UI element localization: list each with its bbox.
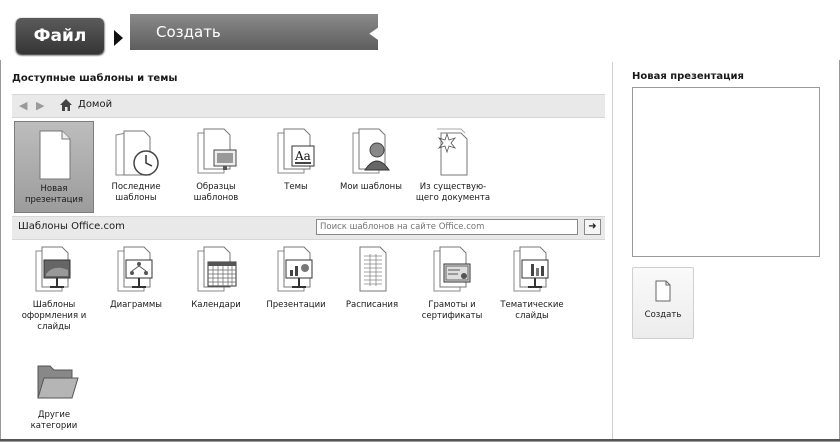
tile-design-slides[interactable]: Шаблоны оформления и слайды — [14, 244, 94, 333]
preview-title: Новая презентация — [632, 71, 744, 82]
tile-from-existing[interactable]: Из существую-щего документа — [410, 126, 496, 204]
tile-label: Мои шаблоны — [340, 182, 402, 192]
tile-label: Диаграммы — [110, 300, 162, 310]
tile-certificates[interactable]: Грамоты и сертификаты — [412, 244, 492, 322]
tile-label: Календари — [191, 300, 241, 310]
nav-bar: ◀ ▶ Домой — [12, 94, 605, 118]
tile-label: Тематические слайды — [500, 300, 564, 321]
home-label[interactable]: Домой — [78, 99, 112, 110]
search-go-button[interactable]: ➜ — [584, 219, 601, 235]
office-search-input[interactable] — [316, 219, 578, 235]
tile-label: Другие категории — [30, 410, 78, 431]
tile-label: Из существую-щего документа — [415, 182, 491, 203]
tile-label: Новая презентация — [24, 184, 84, 205]
create-button[interactable]: Создать — [632, 267, 694, 339]
svg-text:Aa: Aa — [294, 149, 311, 163]
create-tab[interactable]: Создать — [130, 14, 378, 50]
design-slides-icon — [35, 246, 71, 292]
tile-label: Грамоты и сертификаты — [421, 300, 483, 321]
calendars-icon — [197, 246, 237, 292]
back-arrow-icon[interactable]: ◀ — [19, 99, 27, 112]
create-button-label: Создать — [644, 310, 682, 320]
recent-clock-icon — [115, 130, 159, 176]
backstage-header: Файл Создать — [0, 0, 840, 60]
office-title: Шаблоны Office.com — [18, 221, 125, 232]
tile-label: Презентации — [266, 300, 326, 310]
file-tab[interactable]: Файл — [16, 18, 104, 54]
my-templates-icon — [352, 128, 390, 174]
forward-arrow-icon[interactable]: ▶ — [36, 99, 44, 112]
tile-other-categories[interactable]: Другие категории — [14, 354, 94, 432]
tile-sample-templates[interactable]: Образцы шаблонов — [176, 126, 256, 204]
home-icon[interactable] — [59, 98, 73, 112]
schedules-icon — [359, 246, 387, 292]
themes-icon: Aa — [277, 128, 315, 174]
presentations-icon — [277, 246, 313, 292]
certificates-icon — [433, 246, 471, 292]
tile-calendars[interactable]: Календари — [176, 244, 256, 311]
tile-themed-slides[interactable]: Тематические слайды — [492, 244, 572, 322]
tile-label: Последние шаблоны — [111, 182, 161, 203]
bottom-border — [0, 439, 840, 441]
tile-schedules[interactable]: Расписания — [332, 244, 412, 311]
diagrams-icon — [117, 246, 153, 292]
folder-icon — [37, 365, 79, 399]
tile-label: Темы — [284, 182, 308, 192]
blank-doc-icon — [39, 130, 71, 180]
sample-templates-icon — [197, 128, 237, 174]
arrow-right-icon — [114, 30, 123, 46]
tile-presentations[interactable]: Презентации — [256, 244, 336, 311]
tile-recent-templates[interactable]: Последние шаблоны — [96, 126, 176, 204]
tile-my-templates[interactable]: Мои шаблоны — [330, 126, 412, 193]
tile-new-presentation[interactable]: Новая презентация — [14, 121, 94, 213]
from-existing-icon — [437, 128, 468, 176]
tile-diagrams[interactable]: Диаграммы — [96, 244, 176, 311]
office-bar: Шаблоны Office.com ➜ — [12, 216, 605, 240]
tile-label: Образцы шаблонов — [193, 182, 239, 203]
tile-themes[interactable]: Aa Темы — [256, 126, 336, 193]
tile-label: Расписания — [345, 300, 399, 310]
preview-box — [632, 87, 820, 257]
section-title: Доступные шаблоны и темы — [12, 73, 178, 84]
new-doc-icon — [655, 280, 671, 302]
tile-label: Шаблоны оформления и слайды — [21, 300, 87, 332]
themed-slides-icon — [513, 246, 549, 292]
pane-divider — [612, 62, 613, 440]
